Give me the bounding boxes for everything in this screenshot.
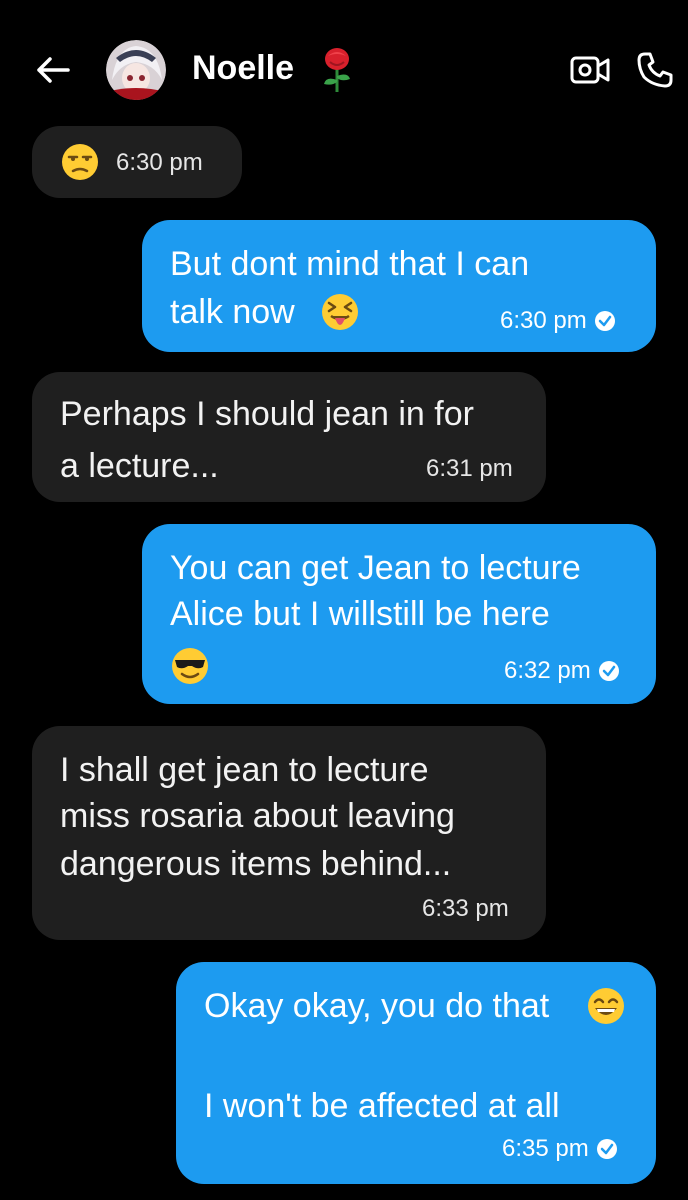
message-meta: 6:35 pm bbox=[502, 1134, 617, 1164]
message-meta: 6:31 pm bbox=[426, 454, 513, 484]
read-check-icon bbox=[594, 311, 615, 331]
rose-emoji bbox=[318, 46, 356, 94]
contact-avatar[interactable] bbox=[106, 40, 166, 100]
message-text-line: But dont mind that I can bbox=[170, 245, 530, 283]
message-text-line: Perhaps I should jean in for bbox=[60, 395, 474, 433]
message-meta: 6:30 pm bbox=[500, 306, 615, 336]
message-text-line: I shall get jean to lecture bbox=[60, 751, 429, 789]
message-text-line: Okay okay, you do that bbox=[204, 987, 550, 1025]
message-text-line: I won't be affected at all bbox=[204, 1087, 560, 1125]
read-check-icon bbox=[596, 1139, 617, 1159]
back-button[interactable] bbox=[30, 50, 76, 90]
back-arrow-icon bbox=[37, 57, 70, 83]
message-bubble-outgoing[interactable]: You can get Jean to lecture Alice but I … bbox=[142, 524, 656, 704]
read-check-icon bbox=[598, 661, 619, 681]
message-text-line: a lecture... bbox=[60, 447, 219, 485]
message-time: 6:33 pm bbox=[422, 895, 509, 922]
message-time: 6:32 pm bbox=[504, 657, 591, 684]
message-bubble-incoming[interactable]: I shall get jean to lecture miss rosaria… bbox=[32, 726, 546, 940]
message-time: 6:35 pm bbox=[502, 1135, 589, 1162]
video-call-icon bbox=[570, 56, 610, 84]
message-time: 6:31 pm bbox=[426, 455, 513, 482]
message-bubble-outgoing[interactable]: Okay okay, you do that I won't be affect… bbox=[176, 962, 656, 1184]
message-bubble-incoming[interactable]: 6:30 pm bbox=[32, 126, 242, 198]
message-bubble-incoming[interactable]: Perhaps I should jean in for a lecture..… bbox=[32, 372, 546, 502]
phone-icon bbox=[637, 52, 673, 88]
squinting-face-with-tongue-emoji bbox=[320, 292, 360, 341]
message-meta: 6:32 pm bbox=[504, 656, 619, 686]
voice-call-button[interactable] bbox=[632, 48, 678, 92]
message-meta: 6:30 pm bbox=[116, 148, 203, 178]
message-bubble-outgoing[interactable]: But dont mind that I can talk now 6:30 p… bbox=[142, 220, 656, 352]
chat-header: Noelle bbox=[0, 0, 688, 130]
message-text-line: You can get Jean to lecture bbox=[170, 549, 581, 587]
message-text-line: talk now bbox=[170, 293, 295, 331]
message-text-line: miss rosaria about leaving bbox=[60, 797, 455, 835]
message-time: 6:30 pm bbox=[116, 149, 203, 176]
message-time: 6:30 pm bbox=[500, 307, 587, 334]
contact-name[interactable]: Noelle bbox=[192, 46, 294, 90]
message-meta: 6:33 pm bbox=[422, 894, 509, 924]
unamused-face-emoji bbox=[60, 142, 100, 191]
message-text-line: Alice but I willstill be here bbox=[170, 595, 550, 633]
video-call-button[interactable] bbox=[566, 50, 614, 90]
grinning-face-with-smiling-eyes-emoji bbox=[586, 986, 626, 1035]
smiling-face-with-sunglasses-emoji bbox=[170, 646, 210, 695]
message-text-line: dangerous items behind... bbox=[60, 845, 452, 883]
